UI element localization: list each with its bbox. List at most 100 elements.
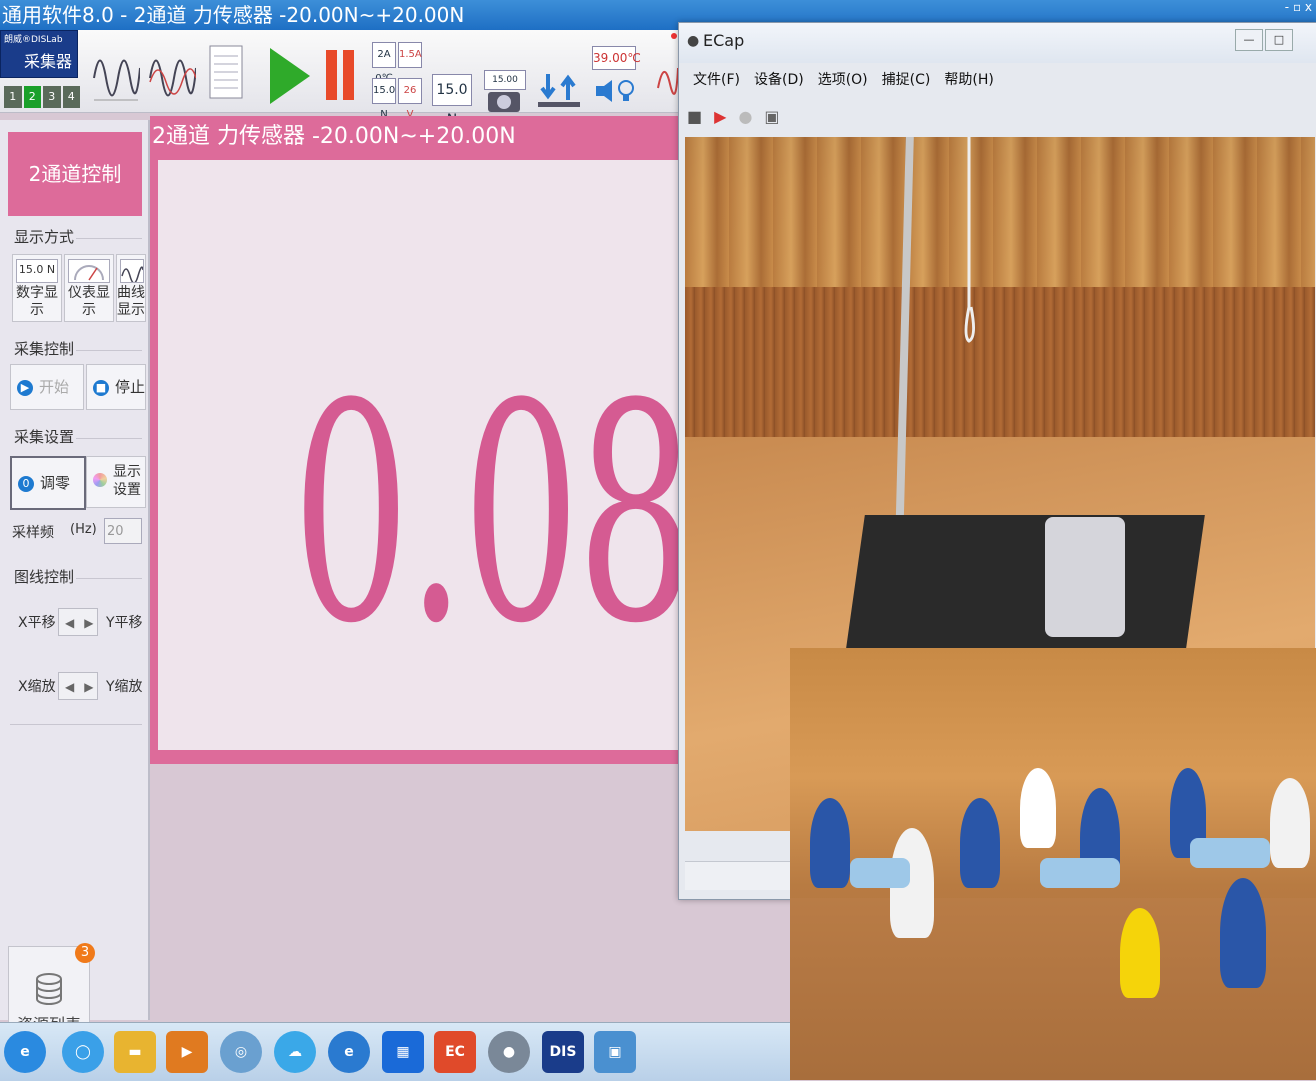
collector-brand: 朗威®DISLab [4,35,63,45]
ecap-title-bar: ● ECap — □ [679,23,1316,63]
menu-device[interactable]: 设备(D) [754,67,804,93]
camera-app-icon[interactable]: ◎ [220,1031,262,1073]
table [850,858,910,888]
acq-settings-label: 采集设置 [14,428,75,446]
maximize-button[interactable]: □ [1265,29,1293,51]
menu-help[interactable]: 帮助(H) [944,67,993,93]
ie-icon[interactable]: e [4,1031,46,1073]
channel-control-button[interactable]: 2通道控制 [8,132,142,216]
multi-display-d[interactable]: 26 V [398,78,422,120]
student [1120,908,1160,998]
meter-display-button[interactable]: 仪表显示 [64,254,114,322]
student [960,798,1000,888]
digital-display-icon: 15.0 N [16,259,58,283]
play-icon[interactable] [270,48,310,104]
divider [76,438,142,439]
media-icon[interactable]: ▶ [166,1031,208,1073]
curve-icon [120,259,144,283]
collector-button[interactable]: 朗威®DISLab 采集器 [0,30,677,78]
display-mode-label: 显示方式 [14,228,75,246]
stop-button[interactable]: ■ 停止 [86,364,146,410]
curve-display-label: 曲线显示 [117,285,145,318]
digital-readout-area: 0.08 [158,160,695,750]
meter-icon [68,259,110,283]
palette-icon [93,473,107,487]
snapshot-icon[interactable]: ■ [687,105,702,129]
x-zoom-arrows[interactable]: ◀▶ [58,672,98,700]
webcam-icon: ● [687,33,700,49]
zero-label: 调零 [40,474,71,492]
menu-options[interactable]: 选项(O) [818,67,868,93]
ecap-title: ECap [703,31,745,50]
display-settings-label: 显示设置 [113,464,141,498]
channel-4-button[interactable]: 4 [62,86,80,108]
pause-icon-bar [343,50,354,100]
sample-rate-unit: (Hz) [70,522,97,537]
ecap-menu-bar: 文件(F) 设备(D) 选项(O) 捕捉(C) 帮助(H) [679,67,1316,93]
channel-1-button[interactable]: 1 [4,86,22,108]
table-icon[interactable] [206,38,246,104]
divider [76,238,142,239]
student [1020,768,1056,848]
cloud-icon[interactable]: ☁ [274,1031,316,1073]
table [1190,838,1270,868]
dis-icon[interactable]: DIS [542,1031,584,1073]
waveform-icon[interactable] [92,38,140,104]
chart-icon[interactable] [656,38,678,104]
channel-3-button[interactable]: 3 [43,86,61,108]
start-button[interactable]: ▶ 开始 [10,364,84,410]
sensor-display-panel: 2通道 力传感器 -20.00N~+20.00N 0.08 [150,116,695,764]
multi-display-a[interactable]: 2A 0℃ [372,42,396,84]
multi-display-b[interactable]: 1.5A [398,42,422,68]
menu-capture[interactable]: 捕捉(C) [882,67,931,93]
divider [76,578,142,579]
multi-display-c[interactable]: 15.0 N [372,78,396,120]
record-icon[interactable]: ▶ [714,105,726,129]
digital-display-button[interactable]: 15.0 N [432,74,472,128]
curve-display-button[interactable]: 曲线显示 [116,254,146,322]
menu-file[interactable]: 文件(F) [693,67,740,93]
x-zoom-label: X缩放 [18,679,56,695]
digital-display-label: 数字显示 [16,285,58,318]
ecap-toolbar: ■ ▶ ● ▣ [687,105,780,129]
browser-icon[interactable]: e [328,1031,370,1073]
image-icon[interactable]: ▣ [764,105,779,129]
app-icon[interactable]: ▣ [594,1031,636,1073]
student [1220,878,1266,988]
digital-display-button[interactable]: 15.0 N 数字显示 [12,254,62,322]
wall [685,287,1315,437]
student [810,798,850,888]
ec-icon[interactable]: EC [434,1031,476,1073]
minimize-button[interactable]: — [1235,29,1263,51]
webcam-app-icon[interactable]: ● [488,1031,530,1073]
zero-button[interactable]: 0 调零 [10,456,86,510]
student [1270,778,1310,868]
app-window-controls[interactable]: - ▫ x [1285,0,1312,14]
force-sensor [1045,517,1125,637]
start-label: 开始 [39,378,70,396]
camera-icon[interactable] [486,86,522,114]
left-control-panel: 2通道控制 显示方式 15.0 N 数字显示 仪表显示 曲线显示 采集控制 ▶ 开… [0,120,150,1044]
app-title: 通用软件8.0 - 2通道 力传感器 -20.00N~+20.00N [2,3,465,27]
x-pan-label: X平移 [18,615,56,631]
channel-selector: 1 2 3 4 [4,86,80,108]
channel-2-button[interactable]: 2 [23,86,41,108]
grid-icon[interactable]: ▦ [382,1031,424,1073]
waveform-alt-icon[interactable] [148,38,196,104]
temperature-readout[interactable]: 39.00℃ [592,46,641,70]
pause-icon[interactable] [326,50,337,100]
speaker-bulb-icon[interactable] [592,76,636,106]
stop-circle-icon: ■ [93,379,109,396]
stop-icon[interactable]: ● [738,105,752,129]
divider [76,350,142,351]
download-upload-icon[interactable] [536,70,582,110]
x-pan-arrows[interactable]: ◀▶ [58,608,98,636]
coins-stack-icon [36,973,62,1005]
display-settings-button[interactable]: 显示设置 [86,456,146,508]
sample-rate-input[interactable]: 20 [104,518,142,544]
media-player-icon[interactable]: ◯ [62,1031,104,1073]
force-reading: 0.08 [292,340,695,689]
string [964,137,976,343]
sample-rate-label: 采样频 [12,525,54,541]
folder-icon[interactable]: ▬ [114,1031,156,1073]
